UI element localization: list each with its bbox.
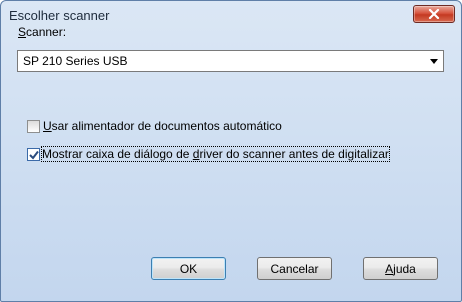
show-driver-dialog-checkbox[interactable] [27,148,40,161]
title-bar[interactable]: Escolher scanner [1,1,461,31]
feeder-label[interactable]: Usar alimentador de documentos automátic… [43,119,282,133]
scanner-select[interactable]: SP 210 Series USB [17,50,444,72]
scanner-selected-value: SP 210 Series USB [23,54,128,68]
cancel-button[interactable]: Cancelar [257,257,332,280]
scanner-label: Scanner: [18,25,67,39]
close-button[interactable] [413,5,455,23]
dialog-title: Escolher scanner [9,8,110,23]
close-icon [428,9,440,19]
chevron-down-icon [430,59,438,64]
show-driver-dialog-label[interactable]: Mostrar caixa de diálogo de driver do sc… [41,146,390,162]
help-button[interactable]: Ajuda [363,257,438,280]
feeder-checkbox[interactable] [27,120,40,133]
ok-button[interactable]: OK [151,257,226,280]
checkmark-icon [29,150,39,160]
